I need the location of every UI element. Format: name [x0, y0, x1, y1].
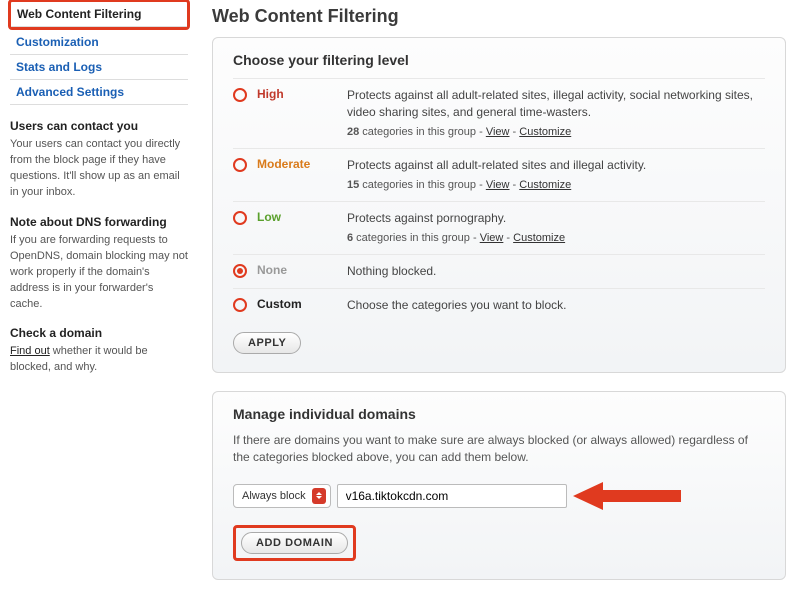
sidebar-check-domain-block: Check a domain Find out whether it would… — [10, 326, 188, 376]
main-content: Web Content Filtering Choose your filter… — [198, 0, 800, 612]
customize-link[interactable]: Customize — [519, 126, 571, 138]
level-desc: Protects against pornography.6 categorie… — [347, 210, 565, 246]
view-link[interactable]: View — [486, 179, 510, 191]
level-meta: 6 categories in this group - View - Cust… — [347, 231, 565, 246]
nav-customization[interactable]: Customization — [10, 30, 188, 55]
block-mode-select[interactable]: Always block — [233, 484, 331, 508]
level-meta: 15 categories in this group - View - Cus… — [347, 178, 646, 193]
level-desc: Protects against all adult-related sites… — [347, 87, 765, 140]
level-row-custom: CustomChoose the categories you want to … — [233, 288, 765, 322]
annotation-arrow-icon — [573, 481, 683, 511]
customize-link[interactable]: Customize — [519, 179, 571, 191]
level-desc: Protects against all adult-related sites… — [347, 157, 646, 193]
select-arrows-icon — [312, 488, 326, 504]
level-name: None — [257, 263, 347, 277]
nav-web-content-filtering[interactable]: Web Content Filtering — [11, 2, 187, 27]
level-row-low: LowProtects against pornography.6 catego… — [233, 201, 765, 254]
filtering-panel: Choose your filtering level HighProtects… — [212, 37, 786, 373]
sidebar-nav: Web Content Filtering Customization Stat… — [10, 0, 188, 105]
apply-button[interactable]: APPLY — [233, 332, 301, 354]
nav-advanced-settings[interactable]: Advanced Settings — [10, 80, 188, 105]
level-name: Custom — [257, 297, 347, 311]
sidebar-block-text: Find out whether it would be blocked, an… — [10, 344, 188, 376]
nav-stats-logs[interactable]: Stats and Logs — [10, 55, 188, 80]
find-out-link[interactable]: Find out — [10, 345, 50, 357]
level-desc: Nothing blocked. — [347, 263, 436, 280]
sidebar-block-title: Check a domain — [10, 326, 188, 340]
sidebar-block-text: If you are forwarding requests to OpenDN… — [10, 233, 188, 313]
level-name: Low — [257, 210, 347, 224]
sidebar-block-title: Note about DNS forwarding — [10, 215, 188, 229]
radio-custom[interactable] — [233, 298, 247, 312]
view-link[interactable]: View — [480, 232, 504, 244]
sidebar-block-text: Your users can contact you directly from… — [10, 137, 188, 201]
domain-input[interactable] — [337, 484, 567, 508]
domains-panel: Manage individual domains If there are d… — [212, 391, 786, 580]
level-meta: 28 categories in this group - View - Cus… — [347, 125, 765, 140]
level-row-moderate: ModerateProtects against all adult-relat… — [233, 148, 765, 201]
filtering-heading: Choose your filtering level — [233, 52, 765, 68]
radio-moderate[interactable] — [233, 158, 247, 172]
domains-intro: If there are domains you want to make su… — [233, 432, 765, 467]
page-title: Web Content Filtering — [212, 6, 786, 27]
level-row-none: NoneNothing blocked. — [233, 254, 765, 288]
sidebar-block-title: Users can contact you — [10, 119, 188, 133]
level-name: Moderate — [257, 157, 347, 171]
select-value: Always block — [242, 490, 306, 502]
radio-low[interactable] — [233, 211, 247, 225]
level-row-high: HighProtects against all adult-related s… — [233, 78, 765, 148]
customize-link[interactable]: Customize — [513, 232, 565, 244]
sidebar: Web Content Filtering Customization Stat… — [0, 0, 198, 612]
level-desc: Choose the categories you want to block. — [347, 297, 566, 314]
level-name: High — [257, 87, 347, 101]
radio-high[interactable] — [233, 88, 247, 102]
sidebar-dns-block: Note about DNS forwarding If you are for… — [10, 215, 188, 313]
domains-heading: Manage individual domains — [233, 406, 765, 422]
view-link[interactable]: View — [486, 126, 510, 138]
add-domain-button[interactable]: ADD DOMAIN — [241, 532, 348, 554]
radio-none[interactable] — [233, 264, 247, 278]
sidebar-contact-block: Users can contact you Your users can con… — [10, 119, 188, 201]
